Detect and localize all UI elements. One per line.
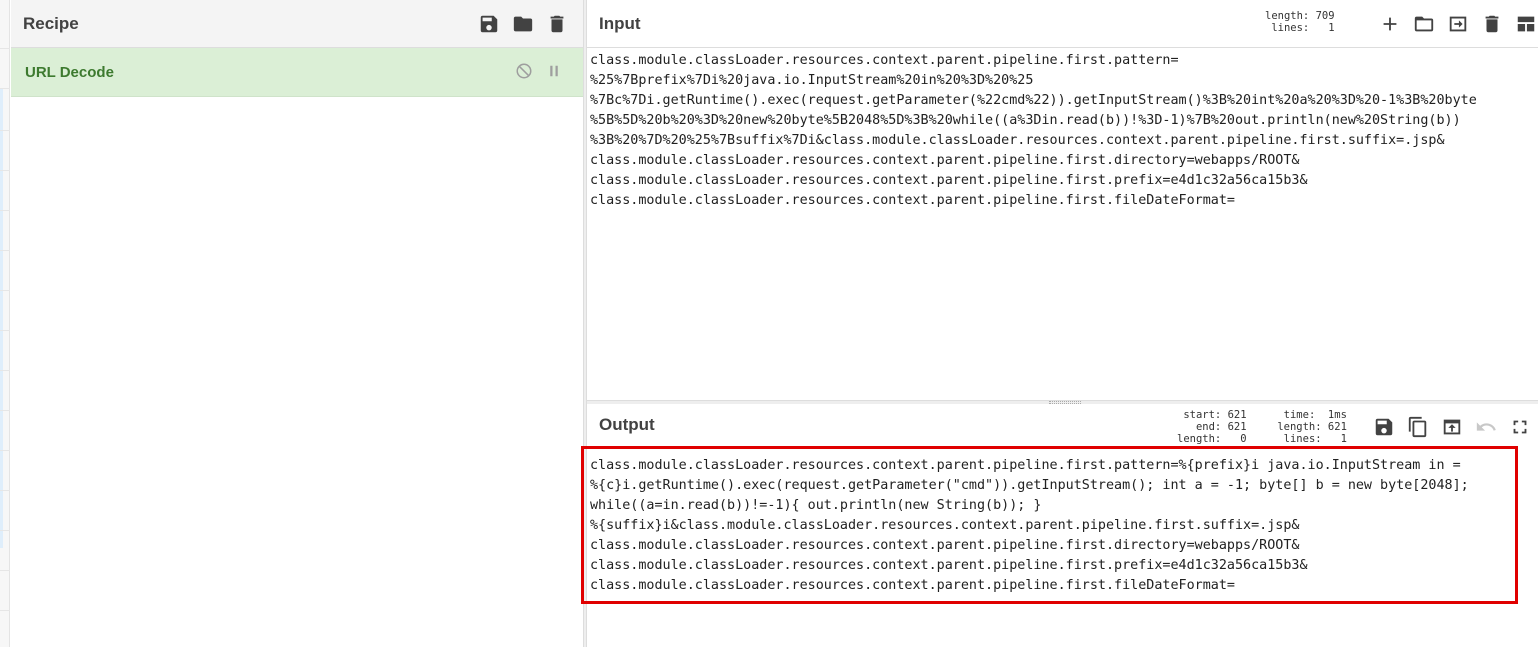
operations-row-divider xyxy=(0,290,10,291)
undo-icon xyxy=(1476,422,1496,431)
recipe-header: Recipe xyxy=(11,0,583,48)
output-highlight-box: class.module.classLoader.resources.conte… xyxy=(581,446,1518,604)
trash-icon xyxy=(550,15,564,33)
input-line: class.module.classLoader.resources.conte… xyxy=(590,193,1235,208)
operations-row-divider xyxy=(0,490,10,491)
undo-button[interactable] xyxy=(1474,415,1498,439)
input-header: Input length: 709 lines: 1 xyxy=(587,0,1538,48)
save-output-button[interactable] xyxy=(1372,415,1396,439)
output-line: while((a=in.read(b))!=-1){ out.println(n… xyxy=(590,498,1042,513)
output-line: class.module.classLoader.resources.conte… xyxy=(590,458,1461,473)
operations-row-divider xyxy=(0,250,10,251)
save-icon xyxy=(1375,418,1393,436)
output-line: class.module.classLoader.resources.conte… xyxy=(590,558,1308,573)
output-title: Output xyxy=(599,415,655,434)
output-line: %{suffix}i&class.module.classLoader.reso… xyxy=(590,518,1300,533)
operations-row-divider xyxy=(0,610,10,611)
recipe-operation-url-decode[interactable]: URL Decode xyxy=(11,48,583,97)
pause-icon[interactable] xyxy=(545,62,563,80)
operations-row-divider xyxy=(0,88,10,89)
input-textarea[interactable]: class.module.classLoader.resources.conte… xyxy=(587,51,1477,211)
replace-input-button[interactable] xyxy=(1440,415,1464,439)
clear-recipe-button[interactable] xyxy=(545,12,569,36)
output-stats-right: time: 1ms length: 621 lines: 1 xyxy=(1277,409,1347,445)
output-line: %{c}i.getRuntime().exec(request.getParam… xyxy=(590,478,1469,493)
input-line: %5B%5D%20b%20%3D%20new%20byte%5B2048%5D%… xyxy=(590,113,1461,128)
input-panel: Input length: 709 lines: 1 class.module.… xyxy=(587,0,1538,400)
output-header: Output start: 621 end: 621 length: 0 tim… xyxy=(587,404,1538,446)
copy-icon xyxy=(1408,416,1427,438)
operations-row-divider xyxy=(0,410,10,411)
input-line: class.module.classLoader.resources.conte… xyxy=(590,53,1179,68)
save-recipe-button[interactable] xyxy=(477,12,501,36)
input-line: %25%7Bprefix%7Di%20java.io.InputStream%2… xyxy=(590,73,1034,88)
layout-icon xyxy=(1517,16,1535,32)
trash-icon xyxy=(1485,15,1499,33)
operations-row-divider xyxy=(0,450,10,451)
output-line: class.module.classLoader.resources.conte… xyxy=(590,578,1235,593)
input-line: %3B%20%7D%20%25%7Bsuffix%7Di&class.modul… xyxy=(590,133,1445,148)
input-stats: length: 709 lines: 1 xyxy=(1265,10,1335,34)
maximize-output-button[interactable] xyxy=(1508,415,1532,439)
operations-row-divider xyxy=(0,570,10,571)
input-line: class.module.classLoader.resources.conte… xyxy=(590,173,1308,188)
operations-row-divider xyxy=(0,48,10,49)
operations-scroll-indicator xyxy=(0,88,3,548)
disable-icon[interactable] xyxy=(515,62,533,80)
add-input-tab-button[interactable] xyxy=(1378,12,1402,36)
operations-row-divider xyxy=(0,210,10,211)
open-folder-button[interactable] xyxy=(1446,12,1470,36)
folder-icon xyxy=(513,16,533,32)
recipe-panel: Recipe URL Decode xyxy=(11,0,583,647)
output-line: class.module.classLoader.resources.conte… xyxy=(590,538,1300,553)
input-line: class.module.classLoader.resources.conte… xyxy=(590,153,1300,168)
plus-icon xyxy=(1383,17,1397,31)
clear-input-button[interactable] xyxy=(1480,12,1504,36)
operation-name: URL Decode xyxy=(25,63,114,81)
output-panel: Output start: 621 end: 621 length: 0 tim… xyxy=(581,404,1538,647)
recipe-title: Recipe xyxy=(23,13,79,33)
folder-icon xyxy=(1414,16,1434,32)
operations-row-divider xyxy=(0,370,10,371)
operations-row-divider xyxy=(0,130,10,131)
reset-layout-button[interactable] xyxy=(1514,12,1538,36)
maximize-icon xyxy=(1513,420,1527,434)
input-title: Input xyxy=(599,13,641,33)
replace-input-icon xyxy=(1443,419,1461,435)
operations-panel-edge xyxy=(0,0,10,647)
operations-row-divider xyxy=(0,530,10,531)
copy-output-button[interactable] xyxy=(1406,415,1430,439)
output-text-area[interactable]: class.module.classLoader.resources.conte… xyxy=(587,456,1469,596)
load-recipe-button[interactable] xyxy=(511,12,535,36)
operations-row-divider xyxy=(0,170,10,171)
import-icon xyxy=(1449,16,1467,32)
output-stats-left: start: 621 end: 621 length: 0 xyxy=(1177,409,1247,445)
operations-row-divider xyxy=(0,330,10,331)
input-line: %7Bc%7Di.getRuntime().exec(request.getPa… xyxy=(590,93,1477,108)
save-icon xyxy=(480,15,498,33)
open-file-button[interactable] xyxy=(1412,12,1436,36)
